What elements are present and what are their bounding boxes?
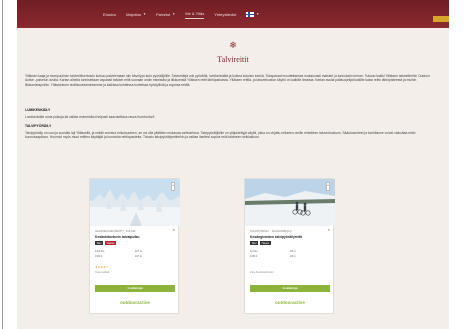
- nav-label: Yhteystiedot: [214, 11, 237, 17]
- finnish-flag-icon: [246, 11, 255, 17]
- language-selector[interactable]: ▼: [246, 10, 259, 19]
- route-photo: [245, 179, 335, 226]
- snowflake-icon: ❄: [229, 40, 237, 50]
- outdooractive-logo[interactable]: outdooractive: [90, 300, 180, 305]
- route-more-info[interactable]: Oma Kuertunturinreitti: [250, 271, 273, 274]
- stat-ascent: 22 m: [290, 250, 296, 253]
- route-tags: Taso Helppo: [250, 241, 271, 245]
- nav-item-majoitus[interactable]: Majoitus ▼: [126, 10, 146, 19]
- route-photo-image: [90, 179, 180, 226]
- lumikenkaily-paragraph: Lumikenkäile omia polkuja tai valitse es…: [25, 115, 155, 119]
- rating-stars: ★★★★☆: [95, 265, 109, 269]
- close-icon[interactable]: ✕: [327, 228, 330, 232]
- route-more-info[interactable]: Tietoa reitistä: [95, 271, 109, 274]
- map-zoom-control[interactable]: +: [326, 182, 330, 191]
- chevron-down-icon: ▼: [143, 12, 147, 16]
- talvipyoraily-paragraph: Talvipyöräily on uusi ja suosittu laji Y…: [25, 131, 416, 140]
- route-photo: [90, 179, 180, 226]
- booking-cta-tab[interactable]: [433, 16, 449, 22]
- page-frame: Etusivu Majoitus ▼ Palvelut ▼ Me & Ylläs…: [17, 0, 449, 329]
- nav-item-etusivu[interactable]: Etusivu: [103, 10, 116, 19]
- nav-label: Majoitus: [126, 11, 142, 17]
- route-name[interactable]: Kesänginmäen talvipyöräilyreitti: [250, 235, 332, 239]
- main-nav: Etusivu Majoitus ▼ Palvelut ▼ Me & Ylläs…: [103, 0, 259, 28]
- route-category: HAASTEKÄVELYREITTI · KOLARI: [95, 230, 136, 233]
- stat-duration: 3:30 h: [95, 254, 103, 258]
- stat-duration: 0:30 h: [250, 254, 258, 258]
- route-stats: 13,6 km 117 m 3:30 h 117 m: [95, 250, 175, 258]
- close-icon[interactable]: ✕: [172, 228, 175, 232]
- tag-taso: Taso: [95, 241, 104, 245]
- route-category: TALVIPYÖRÄILY · ÄKÄSLOMPOLO: [250, 230, 292, 233]
- page-title: Talvireitit: [217, 55, 249, 64]
- details-button[interactable]: Lisätietoja: [250, 285, 330, 292]
- nav-label: Me & Ylläs: [185, 11, 205, 16]
- top-navigation-bar: Etusivu Majoitus ▼ Palvelut ▼ Me & Ylläs…: [17, 0, 449, 28]
- chevron-down-icon: ▼: [172, 12, 176, 16]
- nav-item-yhteystiedot[interactable]: Yhteystiedot: [214, 10, 236, 19]
- chevron-down-icon: ▼: [256, 12, 260, 16]
- section-heading-lumikenkaily: LUMIKENKÄILY: [25, 108, 51, 112]
- section-heading-talvipyoraily: TALVIPYÖRÄILY: [25, 124, 52, 128]
- route-stats: 4,3 km 22 m 0:30 h 22 m: [250, 250, 330, 258]
- tag-difficulty: Vaativa: [105, 241, 116, 245]
- route-card: + ✕ HAASTEKÄVELYREITTI · KOLARI Kesänkit…: [89, 178, 180, 314]
- tag-difficulty: Helppo: [260, 241, 271, 245]
- window-left-border: [2, 0, 3, 329]
- stat-distance: 4,3 km: [250, 250, 258, 253]
- outdooractive-logo[interactable]: outdooractive: [245, 300, 335, 305]
- route-name[interactable]: Kesänkitunturin taivalpolku: [95, 235, 177, 239]
- map-zoom-control[interactable]: +: [171, 182, 175, 191]
- nav-label: Etusivu: [103, 11, 117, 17]
- nav-item-palvelut[interactable]: Palvelut ▼: [156, 10, 175, 19]
- nav-label: Palvelut: [156, 11, 171, 17]
- route-card: + ✕ TALVIPYÖRÄILY · ÄKÄSLOMPOLO Kesängin…: [244, 178, 335, 314]
- stat-descent: 22 m: [290, 254, 296, 258]
- intro-paragraph: Ylläksen laaja ja monipuolinen talvireit…: [25, 74, 430, 87]
- route-cards: + ✕ HAASTEKÄVELYREITTI · KOLARI Kesänkit…: [17, 168, 449, 329]
- stat-descent: 117 m: [135, 254, 143, 258]
- route-tags: Taso Vaativa: [95, 241, 116, 245]
- route-photo-image: [245, 179, 335, 226]
- stat-ascent: 117 m: [135, 250, 143, 253]
- tag-taso: Taso: [250, 241, 259, 245]
- stat-distance: 13,6 km: [95, 250, 105, 253]
- details-button[interactable]: Lisätietoja: [95, 285, 175, 292]
- nav-item-me-yllas[interactable]: Me & Ylläs: [185, 9, 205, 19]
